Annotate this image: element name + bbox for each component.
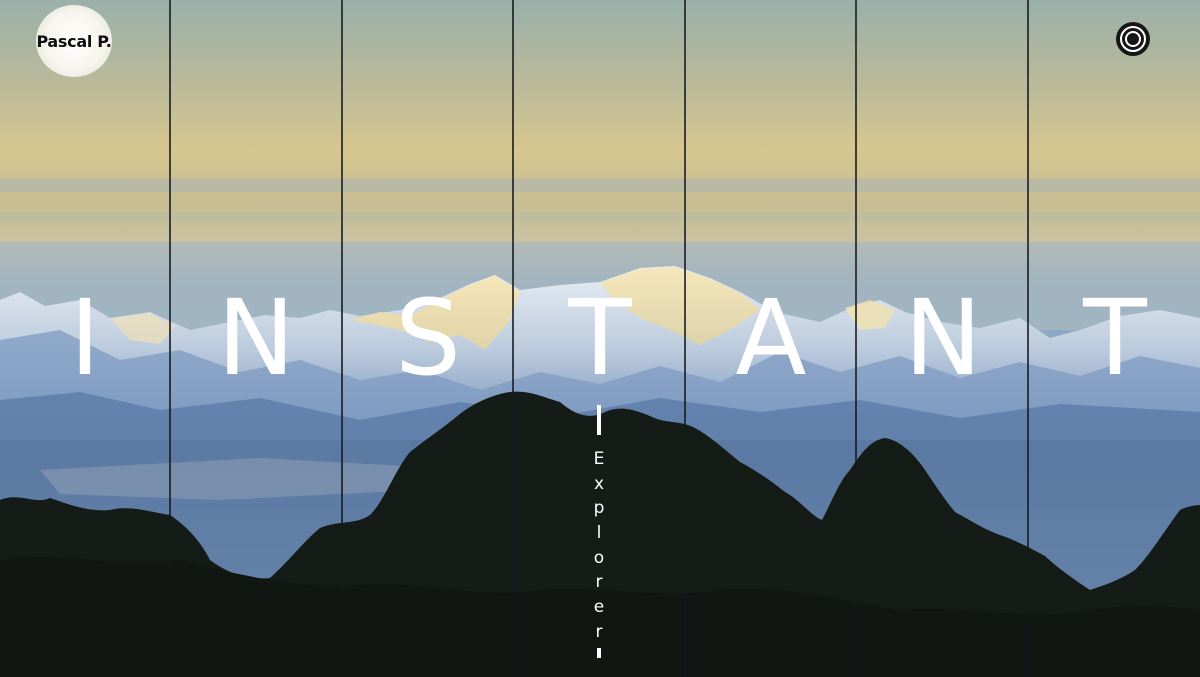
- brand-logo[interactable]: Pascal P.: [36, 5, 112, 77]
- hero-title-letter: T: [1083, 277, 1147, 399]
- hero-title-letter: N: [217, 277, 295, 399]
- explore-link[interactable]: E x p l o r e r: [588, 405, 610, 659]
- column-divider: [684, 0, 686, 677]
- hero-title-letter: S: [394, 277, 461, 399]
- explore-letter: r: [595, 621, 603, 642]
- menu-button[interactable]: [1116, 22, 1150, 56]
- column-divider: [855, 0, 857, 677]
- explore-label: E x p l o r e r: [588, 447, 610, 645]
- explore-letter: r: [595, 572, 603, 593]
- explore-letter: o: [593, 547, 605, 568]
- explore-letter: E: [593, 449, 605, 469]
- concentric-circles-icon-inner: [1125, 31, 1141, 47]
- hero-stage: Pascal P. I N S T A N T E x p l o r e r: [0, 0, 1200, 677]
- hero-title-letter: A: [735, 277, 807, 399]
- explore-letter: x: [593, 473, 605, 494]
- column-divider: [1027, 0, 1029, 677]
- column-divider: [512, 0, 514, 677]
- hero-title-letter: I: [69, 277, 101, 399]
- explore-letter: p: [593, 498, 605, 519]
- brand-logo-text: Pascal P.: [36, 31, 112, 51]
- explore-bar-bottom: [597, 648, 601, 658]
- explore-bar-top: [597, 405, 601, 435]
- concentric-circles-icon: [1120, 26, 1146, 52]
- column-divider: [169, 0, 171, 677]
- explore-letter: l: [596, 523, 602, 544]
- column-divider: [341, 0, 343, 677]
- explore-letter: e: [593, 597, 605, 618]
- hero-title-letter: N: [904, 277, 982, 399]
- hero-title-letter: T: [568, 277, 632, 399]
